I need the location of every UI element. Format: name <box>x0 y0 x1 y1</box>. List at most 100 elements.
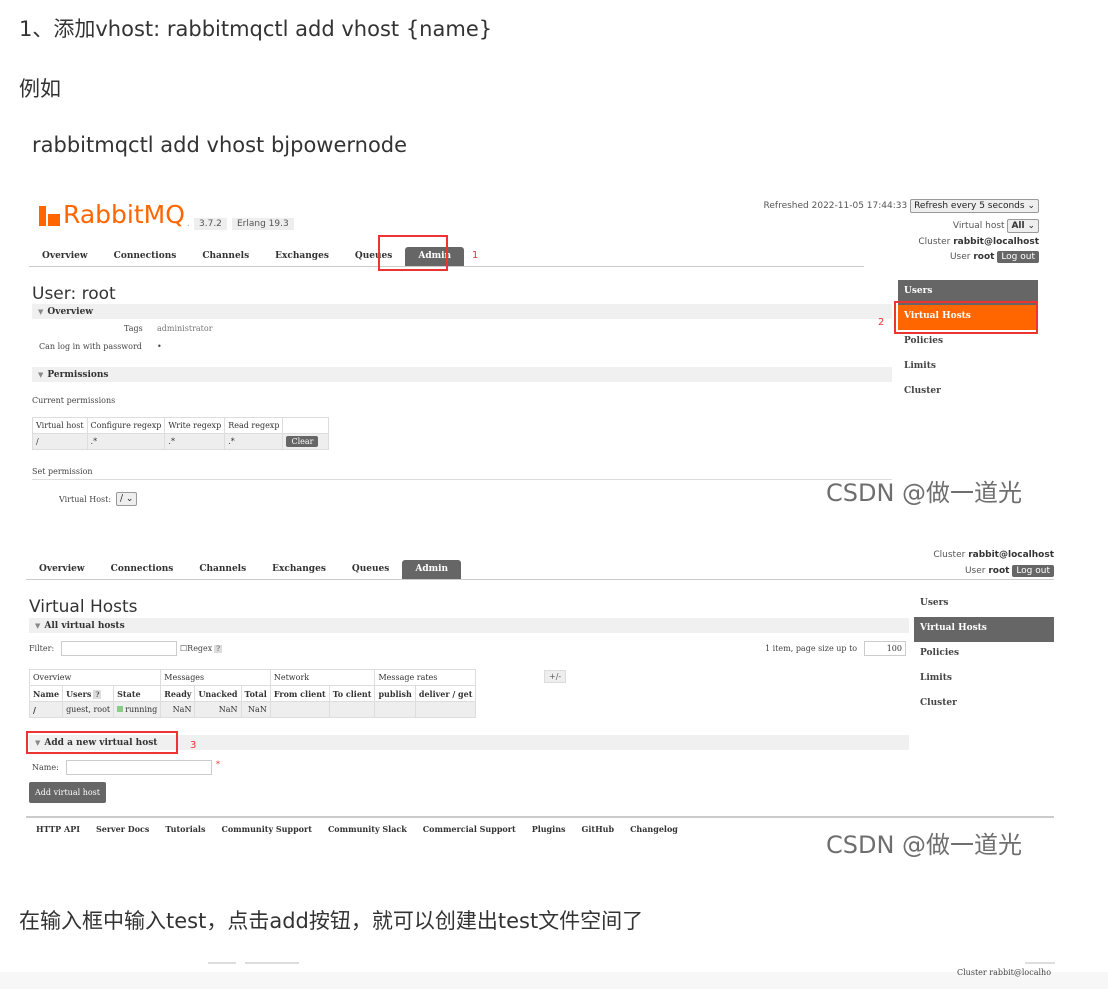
refresh-select[interactable]: Refresh every 5 seconds ⌄ <box>910 199 1039 213</box>
cluster-info: Cluster rabbit@localhost <box>918 237 1039 247</box>
can-login-label: Can log in with password <box>39 342 142 351</box>
table-header: Configure regexp <box>86 417 166 434</box>
page-title: User: root <box>32 284 116 304</box>
highlight-box-virtual-hosts <box>894 301 1038 334</box>
overview-section-header[interactable]: ▼ Overview <box>32 304 892 319</box>
columns-toggle-button[interactable]: +/- <box>544 670 567 683</box>
annotation-3: 3 <box>190 740 197 751</box>
article-step-heading: 1、添加vhost: rabbitmqctl add vhost {name} <box>19 17 493 41</box>
tab-exchanges[interactable]: Exchanges <box>259 560 339 579</box>
table-header[interactable]: Name <box>28 685 64 702</box>
cluster-info-partial: Cluster rabbit@localho <box>957 968 1052 977</box>
filter-input[interactable] <box>61 641 177 656</box>
highlight-box-admin <box>378 235 448 271</box>
article-command: rabbitmqctl add vhost bjpowernode <box>32 133 408 157</box>
table-group-header: Messages <box>160 669 271 686</box>
screenshot-partial-next: Cluster rabbit@localho <box>0 958 1108 989</box>
sidebar-item-policies[interactable]: Policies <box>914 642 1054 667</box>
vhost-field-select[interactable]: / ⌄ <box>116 492 138 506</box>
rabbitmq-logo-icon <box>39 204 61 226</box>
add-virtual-host-button[interactable]: Add virtual host <box>29 782 106 803</box>
sidebar-item-cluster[interactable]: Cluster <box>898 380 1038 405</box>
table-header[interactable]: publish <box>374 685 416 702</box>
logout-button[interactable]: Log out <box>997 251 1039 263</box>
refresh-info: Refreshed 2022-11-05 17:44:33 Refresh ev… <box>764 199 1039 213</box>
vhost-name-input[interactable] <box>66 760 212 775</box>
can-login-value: • <box>157 342 162 351</box>
collapse-triangle-icon: ▼ <box>38 370 44 379</box>
table-cell: .* <box>86 433 166 450</box>
table-row: / .* .* .* Clear <box>32 433 330 450</box>
vhost-filter: Virtual host All ⌄ <box>953 219 1039 233</box>
table-row[interactable]: / guest, root running NaN NaN NaN <box>28 701 477 718</box>
footer-link-community-slack[interactable]: Community Slack <box>328 824 407 834</box>
sidebar-item-users[interactable]: Users <box>914 592 1054 617</box>
tab-connections[interactable]: Connections <box>98 560 187 579</box>
admin-sidebar: Users Virtual Hosts Policies Limits Clus… <box>914 592 1054 717</box>
table-cell: NaN <box>160 701 196 718</box>
screenshot-virtual-hosts-page: Cluster rabbit@localhost User root Log o… <box>26 547 1056 859</box>
tab-channels[interactable]: Channels <box>186 560 259 579</box>
page-title: Virtual Hosts <box>29 597 138 617</box>
table-header: Virtual host <box>32 417 88 434</box>
vhost-select[interactable]: All ⌄ <box>1007 219 1039 233</box>
table-group-header: Overview <box>28 669 162 686</box>
collapse-triangle-icon: ▼ <box>35 621 41 630</box>
tags-label: Tags <box>124 324 143 333</box>
footer-link-github[interactable]: GitHub <box>582 824 615 834</box>
table-cell: NaN <box>240 701 271 718</box>
tab-queues[interactable]: Queues <box>339 560 402 579</box>
table-header[interactable]: From client <box>269 685 330 702</box>
tab-overview[interactable]: Overview <box>29 247 101 266</box>
sidebar-item-limits[interactable]: Limits <box>898 355 1038 380</box>
required-mark: * <box>216 760 220 769</box>
tab-channels[interactable]: Channels <box>189 247 262 266</box>
tab-admin[interactable]: Admin <box>402 560 462 579</box>
running-status-icon <box>117 706 124 712</box>
tab-exchanges[interactable]: Exchanges <box>262 247 342 266</box>
table-header[interactable]: Ready <box>160 685 196 702</box>
table-cell: guest, root <box>62 701 115 718</box>
clear-permission-button[interactable]: Clear <box>286 436 319 447</box>
table-header[interactable]: Users? <box>62 685 115 702</box>
article-instruction: 在输入框中输入test，点击add按钮，就可以创建出test文件空间了 <box>19 909 644 933</box>
article-example-label: 例如 <box>19 77 61 101</box>
footer-link-changelog[interactable]: Changelog <box>630 824 678 834</box>
table-group-header: Message rates <box>374 669 477 686</box>
footer-link-tutorials[interactable]: Tutorials <box>165 824 205 834</box>
filter-label: Filter: <box>29 644 55 653</box>
footer-link-commercial-support[interactable]: Commercial Support <box>423 824 516 834</box>
footer-link-http-api[interactable]: HTTP API <box>36 824 80 834</box>
main-tabs: Overview Connections Channels Exchanges … <box>26 560 1054 580</box>
table-cell: NaN <box>194 701 242 718</box>
rabbitmq-logo: RabbitMQ. <box>39 200 190 229</box>
all-vhosts-section-header[interactable]: ▼ All virtual hosts <box>29 618 909 633</box>
tab-connections[interactable]: Connections <box>101 247 190 266</box>
tab-overview[interactable]: Overview <box>26 560 98 579</box>
table-header[interactable]: To client <box>328 685 376 702</box>
sidebar-item-virtual-hosts[interactable]: Virtual Hosts <box>914 617 1054 642</box>
erlang-badge: Erlang 19.3 <box>232 218 294 230</box>
vhost-field-label: Virtual Host: <box>59 495 112 504</box>
admin-sidebar: Users Virtual Hosts Policies Limits Clus… <box>898 280 1038 405</box>
table-header[interactable]: Total <box>240 685 271 702</box>
table-header[interactable]: State <box>113 685 162 702</box>
sidebar-item-cluster[interactable]: Cluster <box>914 692 1054 717</box>
footer-link-community-support[interactable]: Community Support <box>221 824 311 834</box>
table-header[interactable]: deliver / get <box>414 685 477 702</box>
cluster-info: Cluster rabbit@localhost <box>933 550 1054 560</box>
permissions-table: Virtual host Configure regexp Write rege… <box>32 417 330 450</box>
vhost-name-link[interactable]: / <box>28 701 64 718</box>
footer-link-plugins[interactable]: Plugins <box>532 824 566 834</box>
footer-link-server-docs[interactable]: Server Docs <box>96 824 149 834</box>
sidebar-item-limits[interactable]: Limits <box>914 667 1054 692</box>
watermark: CSDN @做一道光 <box>826 479 1023 507</box>
current-permissions-label: Current permissions <box>32 396 116 405</box>
table-header[interactable]: Unacked <box>194 685 242 702</box>
user-info: User root Log out <box>950 251 1039 263</box>
permissions-section-header[interactable]: ▼ Permissions <box>32 367 892 382</box>
regex-checkbox[interactable]: ☐Regex? <box>180 644 223 653</box>
page-size-input[interactable]: 100 <box>864 641 906 656</box>
screenshot-user-page: RabbitMQ. 3.7.2 Erlang 19.3 Refreshed 20… <box>29 192 1041 514</box>
collapse-triangle-icon: ▼ <box>38 307 44 316</box>
